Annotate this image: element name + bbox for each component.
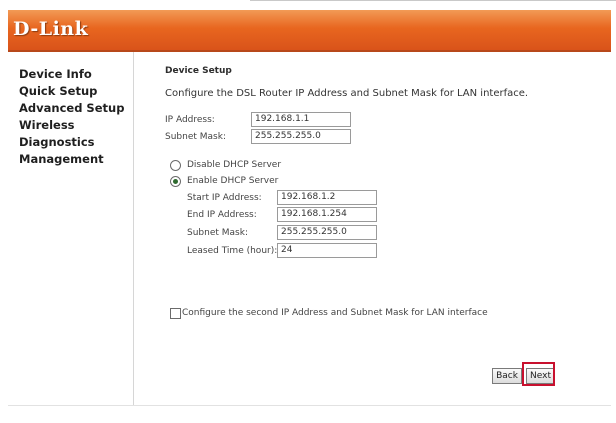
sidebar-item-quick-setup[interactable]: Quick Setup bbox=[19, 83, 124, 100]
second-ip-checkbox-label: Configure the second IP Address and Subn… bbox=[182, 308, 488, 318]
disable-dhcp-label: Disable DHCP Server bbox=[187, 160, 282, 170]
subnet-mask-label: Subnet Mask: bbox=[165, 132, 226, 142]
start-ip-label: Start IP Address: bbox=[187, 193, 262, 203]
enable-dhcp-label: Enable DHCP Server bbox=[187, 176, 279, 186]
subnet-mask-input[interactable]: 255.255.255.0 bbox=[251, 129, 351, 144]
start-ip-input[interactable]: 192.168.1.2 bbox=[277, 190, 377, 205]
dhcp-subnet-mask-input[interactable]: 255.255.255.0 bbox=[277, 225, 377, 240]
sidebar-nav: Device Info Quick Setup Advanced Setup W… bbox=[19, 66, 124, 168]
next-button-highlight bbox=[522, 362, 555, 386]
sidebar-item-device-info[interactable]: Device Info bbox=[19, 66, 124, 83]
header-banner: D-Link bbox=[8, 10, 611, 52]
leased-time-input[interactable]: 24 bbox=[277, 243, 377, 258]
dlink-logo: D-Link bbox=[13, 18, 89, 40]
router-setup-page: D-Link Device Info Quick Setup Advanced … bbox=[0, 0, 616, 423]
sidebar-item-advanced-setup[interactable]: Advanced Setup bbox=[19, 100, 124, 117]
top-divider bbox=[250, 0, 616, 1]
back-button[interactable]: Back bbox=[492, 368, 522, 384]
sidebar-item-wireless[interactable]: Wireless bbox=[19, 117, 124, 134]
sidebar: Device Info Quick Setup Advanced Setup W… bbox=[8, 52, 134, 405]
ip-address-label: IP Address: bbox=[165, 115, 215, 125]
page-title: Device Setup bbox=[165, 66, 232, 76]
end-ip-label: End IP Address: bbox=[187, 210, 257, 220]
page-description: Configure the DSL Router IP Address and … bbox=[165, 88, 529, 99]
leased-time-label: Leased Time (hour): bbox=[187, 246, 278, 256]
dhcp-subnet-mask-label: Subnet Mask: bbox=[187, 228, 248, 238]
second-ip-checkbox[interactable] bbox=[170, 308, 181, 319]
sidebar-item-management[interactable]: Management bbox=[19, 151, 124, 168]
ip-address-input[interactable]: 192.168.1.1 bbox=[251, 112, 351, 127]
sidebar-item-diagnostics[interactable]: Diagnostics bbox=[19, 134, 124, 151]
enable-dhcp-radio[interactable] bbox=[170, 176, 181, 187]
bottom-divider bbox=[8, 405, 611, 406]
end-ip-input[interactable]: 192.168.1.254 bbox=[277, 207, 377, 222]
disable-dhcp-radio[interactable] bbox=[170, 160, 181, 171]
